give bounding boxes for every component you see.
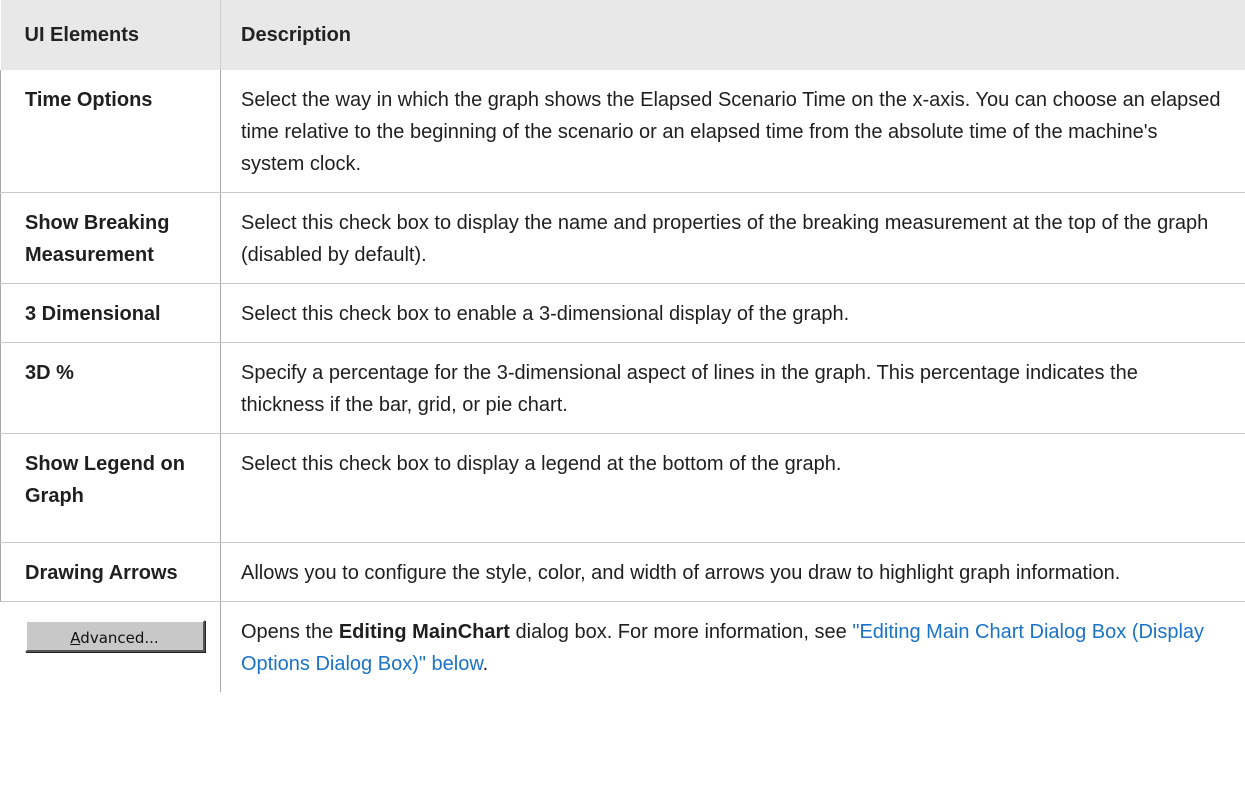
advanced-button-mnemonic: A — [70, 629, 81, 647]
row-description-drawing-arrows: Allows you to configure the style, color… — [220, 542, 1245, 602]
header-ui-elements: UI Elements — [0, 0, 221, 70]
table-row: 3 Dimensional Select this check box to e… — [0, 283, 1245, 343]
advanced-desc-middle: dialog box. For more information, see — [509, 621, 853, 643]
row-description-3d-percent: Specify a percentage for the 3-dimension… — [220, 342, 1245, 434]
row-description-time-options: Select the way in which the graph shows … — [220, 70, 1245, 193]
row-element-show-breaking-measurement: Show Breaking Measurement — [0, 192, 221, 284]
row-element-3-dimensional: 3 Dimensional — [0, 283, 221, 343]
ui-elements-table: UI Elements Description Time Options Sel… — [0, 0, 1245, 692]
row-element-advanced: Advanced... — [0, 601, 221, 692]
table-row: Show Legend on Graph Select this check b… — [0, 433, 1245, 543]
advanced-button[interactable]: Advanced... — [24, 620, 205, 652]
table-row: Drawing Arrows Allows you to configure t… — [0, 542, 1245, 602]
table-row: Time Options Select the way in which the… — [0, 70, 1245, 193]
advanced-desc-dialog-name: Editing MainChart — [338, 621, 510, 643]
advanced-desc-prefix: Opens the — [241, 621, 339, 643]
row-element-drawing-arrows: Drawing Arrows — [0, 542, 221, 602]
table-header-row: UI Elements Description — [0, 0, 1245, 70]
header-description: Description — [220, 0, 1245, 70]
row-description-show-legend-on-graph: Select this check box to display a legen… — [220, 433, 1245, 543]
row-element-show-legend-on-graph: Show Legend on Graph — [0, 433, 221, 543]
advanced-button-label: dvanced... — [80, 629, 159, 647]
table-row: 3D % Specify a percentage for the 3-dime… — [0, 342, 1245, 434]
row-description-advanced: Opens the Editing MainChart dialog box. … — [220, 601, 1245, 692]
table-row: Advanced... Opens the Editing MainChart … — [0, 601, 1245, 692]
table-row: Show Breaking Measurement Select this ch… — [0, 192, 1245, 284]
row-description-3-dimensional: Select this check box to enable a 3-dime… — [220, 283, 1245, 343]
row-element-time-options: Time Options — [0, 70, 221, 193]
row-description-show-breaking-measurement: Select this check box to display the nam… — [220, 192, 1245, 284]
row-element-3d-percent: 3D % — [0, 342, 221, 434]
advanced-desc-suffix: . — [482, 653, 489, 675]
